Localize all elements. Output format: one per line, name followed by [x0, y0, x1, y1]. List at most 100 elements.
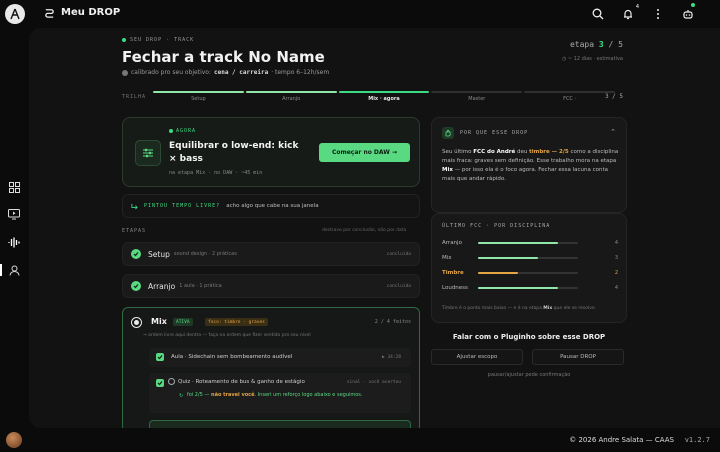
checkbox-checked-icon[interactable]	[156, 379, 164, 387]
lessons-screen-icon[interactable]	[7, 207, 21, 221]
why-card: POR QUE ESSE DROP ⌃ Seu último FCC do An…	[431, 117, 627, 213]
step-indicator: etapa 3 / 5	[570, 40, 623, 49]
next-task-placeholder	[149, 420, 411, 428]
trilha-count: 3 / 5	[604, 93, 623, 100]
dashboard-grid-icon[interactable]	[7, 180, 21, 194]
task-item[interactable]: Quiz · Roteamento de bus & ganho de está…	[149, 373, 411, 413]
stage-name: Setup	[148, 249, 170, 259]
calibration-time: · tempo 6–12h/sem	[271, 69, 330, 76]
fcc-card: ÚLTIMO FCC · POR DISCIPLINA Arranjo 4 Mi…	[431, 213, 627, 323]
more-menu-icon[interactable]	[650, 6, 666, 22]
pluginho-heading: Falar com o Pluginho sobre esse DROP	[452, 333, 606, 341]
check-icon	[131, 281, 141, 291]
focus-badge: foco: timbre · graves	[205, 318, 268, 326]
trilha-seg-fcc[interactable]: FCC ·	[524, 91, 615, 103]
etapas-note: destravo por conclusão, não por data	[322, 228, 407, 233]
stage-mix-active: Mix ATIVA foco: timbre · graves 2 / 4 fe…	[122, 307, 420, 428]
page-title: Fechar a track No Name	[122, 48, 325, 66]
now-card: AGORA Equilibrar o low-end: kick × bass …	[122, 117, 420, 187]
trilha-label: TRILHA	[122, 94, 147, 100]
stage-status: concluída	[386, 283, 411, 289]
step-label: etapa	[569, 40, 595, 49]
quiz-feedback: foi 2/5 — não travei você. Inseri um ref…	[187, 392, 363, 398]
version: v1.2.7	[684, 436, 710, 444]
fcc-footnote: Timbre é o ponto mais baixo — e é na eta…	[442, 306, 597, 311]
trilha-seg-setup[interactable]: Setup	[153, 91, 244, 103]
assistant-bot-icon[interactable]	[680, 3, 696, 22]
now-title: Equilibrar o low-end: kick × bass	[169, 141, 299, 164]
breadcrumb-text: SEU DROP · TRACK	[130, 37, 195, 43]
main-panel: SEU DROP · TRACK Fechar a track No Name …	[29, 28, 720, 428]
breadcrumb: SEU DROP · TRACK	[122, 37, 194, 43]
stage-name: Mix	[151, 317, 167, 326]
free-time-bar[interactable]: PINTOU TEMPO LIVRE? acho algo que cabe n…	[122, 194, 420, 218]
profile-user-icon[interactable]	[7, 263, 21, 277]
fcc-row: Loudness 4	[442, 285, 618, 291]
fcc-row: Arranjo 4	[442, 240, 618, 246]
quiz-icon	[168, 378, 175, 385]
fcc-row: Mix 3	[442, 255, 618, 261]
eta-estimate: ◷ ~ 12 dias · estimativa	[561, 56, 623, 62]
stage-name: Arranjo	[148, 281, 176, 291]
avatar[interactable]	[6, 432, 22, 448]
now-tag: AGORA	[169, 128, 196, 134]
etapas-heading: ETAPAS	[122, 228, 147, 234]
copyright: © 2026 Andre Salata — CAAS	[569, 436, 674, 444]
online-dot	[691, 3, 695, 7]
stage-status: concluída	[386, 251, 411, 257]
drop-logo-icon	[45, 9, 54, 18]
why-heading: POR QUE ESSE DROP	[460, 130, 529, 136]
checkbox-checked-icon[interactable]	[156, 353, 164, 361]
logo-icon[interactable]	[5, 4, 25, 24]
notification-count-badge: 4	[635, 4, 639, 10]
top-bar: Meu DROP 4	[0, 0, 720, 28]
stage-desc: 1 aula · 1 prática	[179, 283, 222, 289]
chevron-up-icon[interactable]: ⌃	[610, 128, 616, 136]
step-current: 3	[598, 40, 604, 49]
trilha-seg-arranjo[interactable]: Arranjo	[245, 91, 337, 103]
task-result: sinal · você acertou	[346, 380, 401, 385]
pause-drop-button[interactable]: Pausar DROP	[532, 349, 624, 365]
sliders-icon	[135, 140, 161, 166]
status-dot	[122, 38, 126, 42]
fcc-heading: ÚLTIMO FCC · POR DISCIPLINA	[442, 223, 551, 229]
confirmation-note: pausar/ajustar pede confirmação	[487, 372, 571, 378]
app-title: Meu DROP	[61, 7, 121, 18]
footer: © 2026 Andre Salata — CAAS v1.2.7	[0, 428, 720, 452]
calibration-value: cena / carreira	[214, 69, 269, 76]
active-badge: ATIVA	[173, 318, 193, 326]
stage-setup[interactable]: Setup sound design · 2 práticas concluíd…	[122, 242, 420, 266]
free-time-text: acho algo que cabe na sua janela	[226, 203, 319, 209]
app-brand[interactable]: Meu DROP	[44, 7, 120, 18]
why-text: Seu último FCC do André deu timbre — 2/5…	[442, 149, 619, 182]
task-item[interactable]: Aula · Sidechain sem bombeamento audível…	[149, 348, 411, 367]
now-meta: na etapa Mix · no DAW · ~45 min	[169, 170, 263, 176]
notifications-bell-icon[interactable]: 4	[620, 4, 639, 22]
active-ring-icon	[131, 317, 142, 328]
task-text: Aula · Sidechain sem bombeamento audível	[171, 354, 293, 360]
left-rail	[0, 28, 28, 428]
fcc-row-highlight: Timbre 2	[442, 270, 618, 276]
adjust-scope-button[interactable]: Ajustar escopo	[431, 349, 523, 365]
stage-desc: sound design · 2 práticas	[173, 251, 237, 257]
trilha-progress: Setup Arranjo Mix · agora Master FCC ·	[153, 91, 615, 103]
waveform-icon[interactable]	[7, 235, 21, 249]
task-text: Quiz · Roteamento de bus & ganho de está…	[178, 379, 305, 385]
calibration-line: calibrado pro seu objetivo: cena / carre…	[122, 69, 329, 76]
free-time-label: PINTOU TEMPO LIVRE?	[144, 203, 221, 209]
step-total: / 5	[608, 40, 623, 49]
retry-icon: ↻	[179, 393, 184, 399]
check-icon	[131, 249, 141, 259]
trilha-seg-mix[interactable]: Mix · agora	[338, 91, 430, 103]
stage-arranjo[interactable]: Arranjo 1 aula · 1 prática concluída	[122, 274, 420, 298]
trilha-seg-master[interactable]: Master	[431, 91, 523, 103]
target-icon	[122, 69, 128, 76]
search-icon[interactable]	[590, 6, 606, 22]
calibration-prefix: calibrado pro seu objetivo:	[131, 69, 211, 76]
stage-progress-count: 2 / 4 feitos	[374, 319, 411, 325]
hand-icon	[442, 127, 454, 139]
task-duration: ▶ 34:28	[382, 355, 401, 360]
arrow-right-icon	[131, 203, 138, 209]
active-indicator	[0, 264, 2, 276]
start-in-daw-button[interactable]: Começar no DAW →	[319, 143, 410, 162]
